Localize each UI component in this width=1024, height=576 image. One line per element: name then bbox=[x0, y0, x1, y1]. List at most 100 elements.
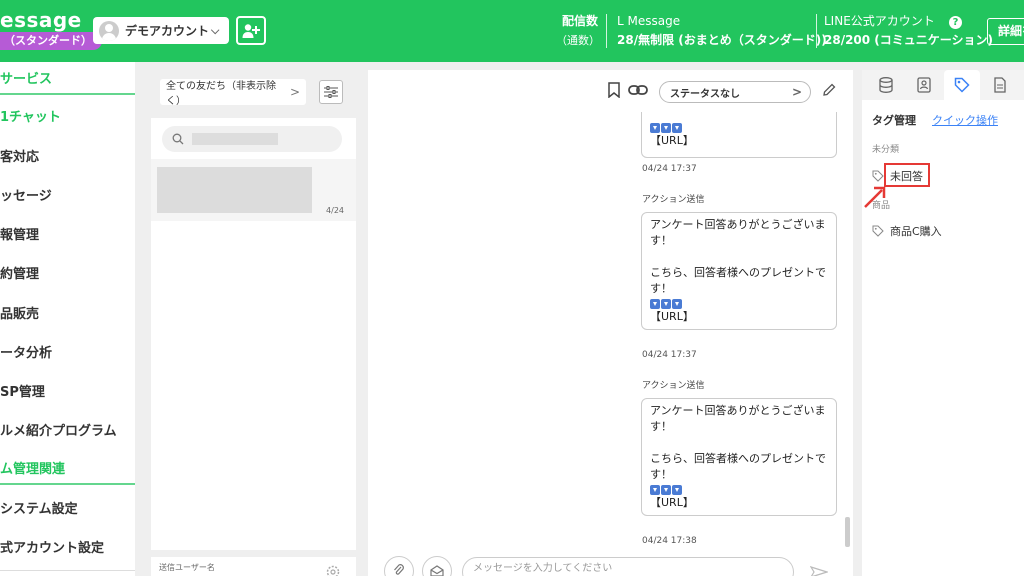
chevron-right-icon: > bbox=[289, 85, 300, 99]
message-time: 04/24 17:38 bbox=[642, 536, 697, 546]
tag-management-heading: タグ管理 bbox=[872, 114, 916, 127]
sender-panel: 送信ユーザー名 bbox=[151, 557, 356, 576]
friend-filter-select[interactable]: 全ての友だち（非表示除く） > bbox=[160, 79, 306, 107]
down-arrow-icon bbox=[650, 123, 660, 133]
down-arrow-emoji-row bbox=[650, 123, 828, 133]
sidebar-item-reservation[interactable]: 約管理 bbox=[0, 263, 135, 282]
annotation-arrow-icon bbox=[864, 186, 886, 208]
paperclip-icon bbox=[394, 564, 404, 575]
gear-icon[interactable] bbox=[326, 565, 340, 576]
sliders-icon bbox=[324, 86, 338, 98]
status-select[interactable]: ステータスなし > bbox=[659, 81, 811, 103]
down-arrow-icon bbox=[661, 485, 671, 495]
sidebar: サービス 1チャット 客対応 ッセージ 報管理 約管理 品販売 ータ分析 SP管… bbox=[0, 62, 135, 576]
message-sender: アクション送信 bbox=[642, 381, 705, 391]
sidebar-item-message[interactable]: ッセージ bbox=[0, 185, 135, 204]
app-brand: essage bbox=[0, 8, 82, 32]
message-url: 【URL】 bbox=[650, 134, 694, 147]
message-bubble: 【URL】 bbox=[641, 112, 837, 158]
chat-column: ステータスなし > 【URL】 04/24 17:37 アクション送信 アンケー… bbox=[368, 70, 853, 576]
envelope-icon bbox=[430, 565, 444, 576]
sidebar-item-info[interactable]: 報管理 bbox=[0, 224, 135, 243]
message-time: 04/24 17:37 bbox=[642, 164, 697, 174]
down-arrow-icon bbox=[661, 299, 671, 309]
sidebar-divider bbox=[0, 570, 135, 571]
message-url: 【URL】 bbox=[650, 310, 694, 323]
tab-profile[interactable] bbox=[906, 70, 942, 100]
sidebar-item-referral[interactable]: ルメ紹介プログラム bbox=[0, 420, 135, 439]
down-arrow-icon bbox=[672, 299, 682, 309]
down-arrow-emoji-row bbox=[650, 299, 828, 309]
message-bubble: アンケート回答ありがとうございます！ こちら、回答者様へのプレゼントです！ 【U… bbox=[641, 398, 837, 516]
sidebar-divider bbox=[0, 483, 135, 485]
down-arrow-icon bbox=[661, 123, 671, 133]
header-divider bbox=[606, 14, 607, 48]
filter-settings-button[interactable] bbox=[319, 80, 343, 104]
add-user-button[interactable] bbox=[236, 16, 266, 45]
redacted-placeholder bbox=[192, 133, 278, 145]
add-user-icon bbox=[242, 23, 260, 38]
tag-icon bbox=[954, 77, 970, 93]
friend-last-date: 4/24 bbox=[326, 206, 344, 215]
down-arrow-emoji-row bbox=[650, 485, 828, 495]
friend-list-column: 全ての友だち（非表示除く） > 4/24 bbox=[151, 70, 356, 550]
attach-button[interactable] bbox=[384, 556, 414, 576]
template-button[interactable] bbox=[422, 556, 452, 576]
sidebar-item-customer[interactable]: 客対応 bbox=[0, 146, 135, 165]
pencil-icon[interactable] bbox=[822, 83, 836, 97]
sidebar-item-account-settings[interactable]: 式アカウント設定 bbox=[0, 537, 135, 556]
tab-database[interactable] bbox=[868, 70, 904, 100]
delivery-count-info: L Message 28/無制限 (おまとめ（スタンダード)) bbox=[617, 14, 827, 47]
sidebar-item-analytics[interactable]: ータ分析 bbox=[0, 342, 135, 361]
sidebar-divider bbox=[0, 93, 135, 95]
highlight-box bbox=[884, 163, 930, 187]
contact-card-icon bbox=[917, 77, 931, 93]
detail-button[interactable]: 詳細を bbox=[987, 18, 1024, 45]
quick-action-link[interactable]: クイック操作 bbox=[932, 112, 998, 128]
top-header: essage （スタンダード） デモアカウント ⌵ 配信数 （通数） L Mes… bbox=[0, 0, 1024, 62]
avatar bbox=[99, 20, 119, 41]
sidebar-item-chat[interactable]: 1チャット bbox=[0, 106, 135, 125]
message-time: 04/24 17:37 bbox=[642, 350, 697, 360]
message-bubble: アンケート回答ありがとうございます！ こちら、回答者様へのプレゼントです！ 【U… bbox=[641, 212, 837, 330]
search-icon bbox=[172, 133, 184, 145]
chat-scrollbar[interactable] bbox=[845, 517, 850, 547]
help-icon[interactable]: ? bbox=[949, 16, 962, 29]
list-item[interactable]: 4/24 bbox=[151, 159, 356, 221]
sidebar-item-asp[interactable]: SP管理 bbox=[0, 381, 135, 400]
friend-search-input[interactable] bbox=[162, 126, 342, 152]
friend-list-panel: 4/24 bbox=[151, 118, 356, 550]
chat-toolbar: ステータスなし > bbox=[368, 70, 853, 112]
database-icon bbox=[879, 77, 893, 93]
tab-notes[interactable] bbox=[982, 70, 1018, 100]
message-area: 【URL】 04/24 17:37 アクション送信 アンケート回答ありがとうござ… bbox=[368, 112, 853, 550]
sender-name-label: 送信ユーザー名 bbox=[159, 563, 215, 572]
tag-panel: タグ管理 クイック操作 未分類 未回答 商品 商品C購入 bbox=[862, 70, 1024, 576]
tag-name: 商品C購入 bbox=[890, 225, 942, 238]
link-icon[interactable] bbox=[628, 83, 648, 97]
redacted-friend-info bbox=[157, 167, 312, 213]
message-sender: アクション送信 bbox=[642, 195, 705, 205]
document-icon bbox=[994, 77, 1006, 93]
down-arrow-icon bbox=[650, 485, 660, 495]
message-input[interactable]: メッセージを入力してください bbox=[462, 557, 794, 576]
sidebar-item-services[interactable]: サービス bbox=[0, 68, 135, 87]
down-arrow-icon bbox=[650, 299, 660, 309]
tag-item[interactable]: 商品C購入 bbox=[872, 223, 942, 239]
send-icon[interactable] bbox=[810, 566, 828, 576]
header-divider bbox=[816, 14, 817, 48]
account-name: デモアカウント bbox=[125, 24, 210, 38]
sidebar-item-sales[interactable]: 品販売 bbox=[0, 303, 135, 322]
tab-tags[interactable] bbox=[944, 70, 980, 100]
sidebar-item-system-settings[interactable]: システム設定 bbox=[0, 498, 135, 517]
down-arrow-icon bbox=[672, 485, 682, 495]
message-composer: メッセージを入力してください bbox=[368, 550, 853, 576]
sidebar-item-system-group[interactable]: ム管理関連 bbox=[0, 458, 135, 477]
tag-category-label: 未分類 bbox=[872, 145, 900, 155]
tag-icon bbox=[872, 170, 884, 182]
message-url: 【URL】 bbox=[650, 496, 694, 509]
account-switcher[interactable]: デモアカウント ⌵ bbox=[93, 17, 229, 44]
bookmark-icon[interactable] bbox=[608, 82, 620, 98]
delivery-count-label: 配信数 （通数） bbox=[556, 14, 600, 47]
down-arrow-icon bbox=[672, 123, 682, 133]
